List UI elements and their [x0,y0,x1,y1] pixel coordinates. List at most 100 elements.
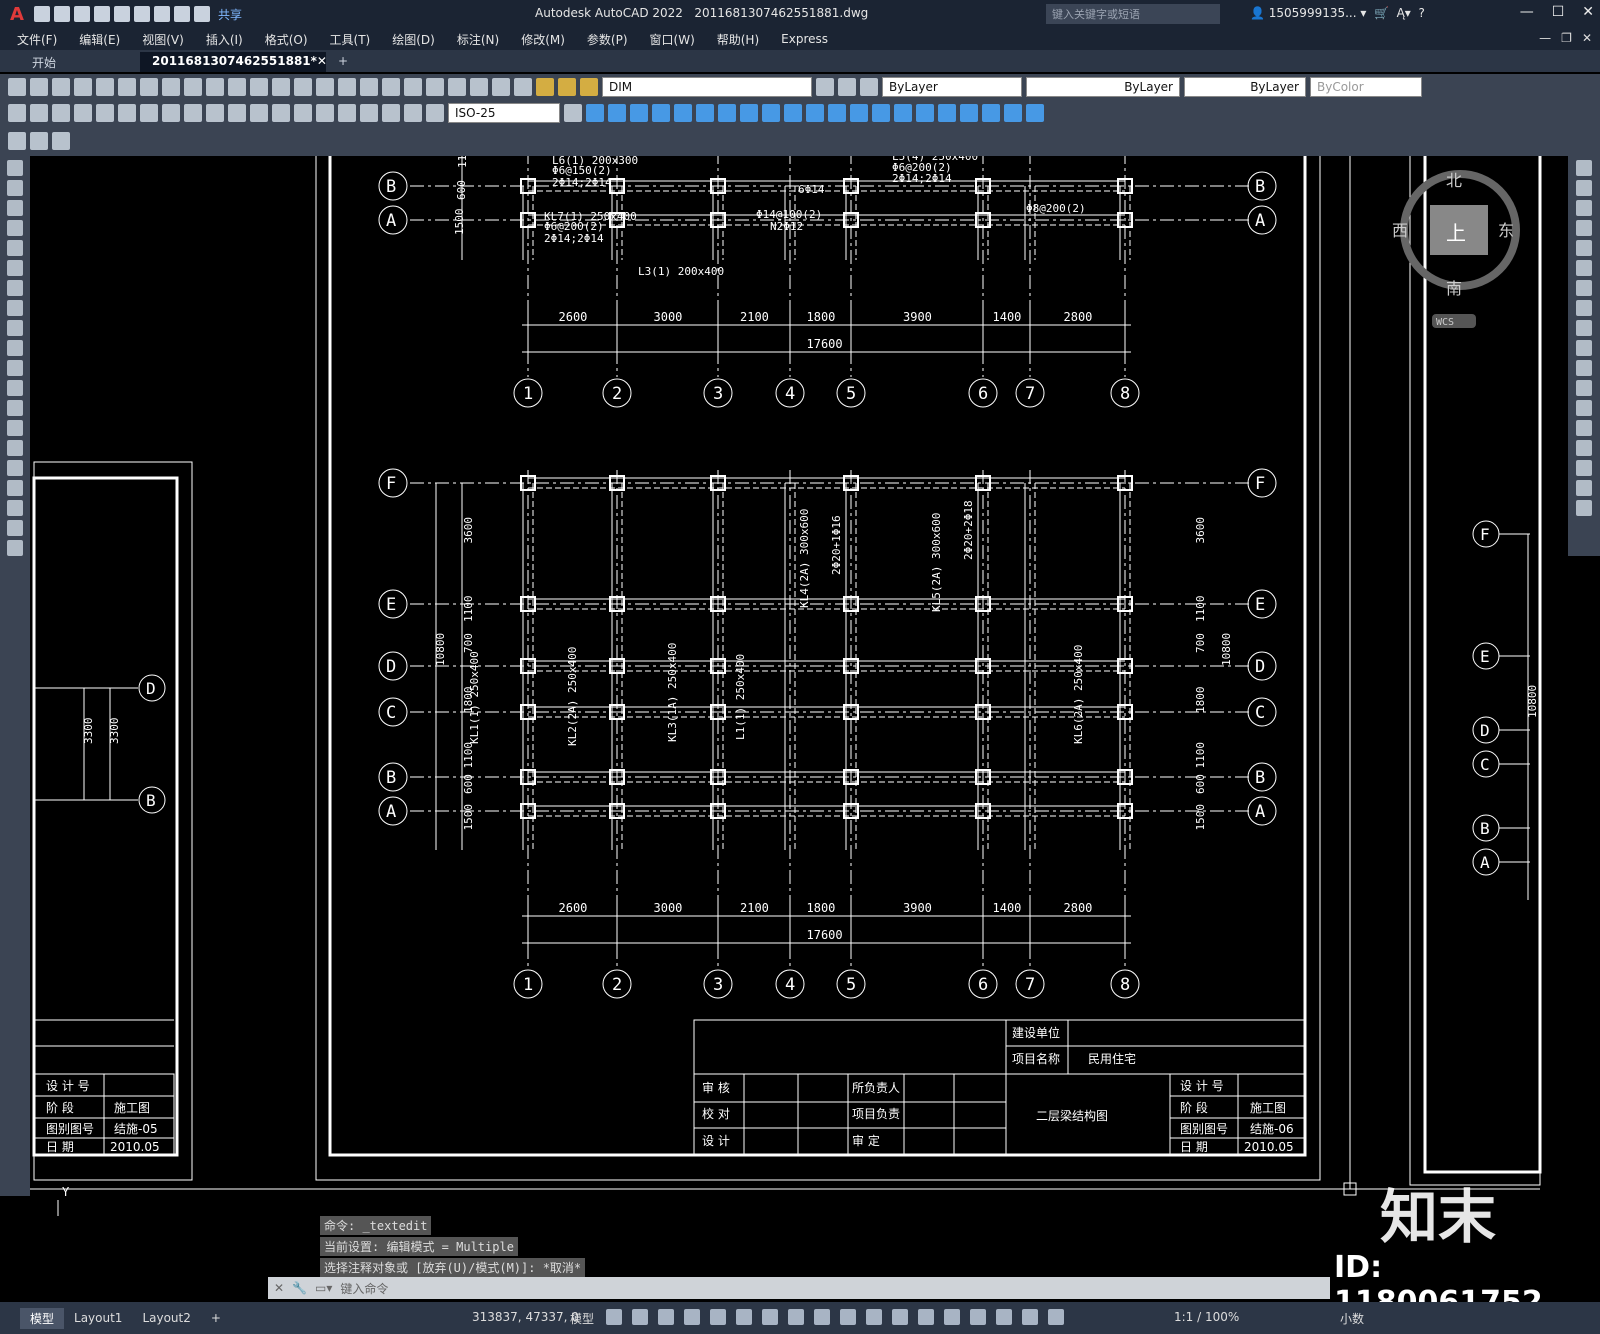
zoom-realtime-icon[interactable] [316,78,334,96]
polygon-icon[interactable] [7,220,23,236]
open-icon[interactable] [54,6,70,22]
open-icon[interactable] [30,78,48,96]
import-icon[interactable] [114,6,130,22]
ellipse-icon[interactable] [7,340,23,356]
undo-icon[interactable] [250,78,268,96]
solid-edit-icon[interactable] [960,104,978,122]
check-icon[interactable] [916,104,934,122]
save-icon[interactable] [74,6,90,22]
color-faces-icon[interactable] [806,104,824,122]
revcloud-icon[interactable] [7,300,23,316]
tab-layout1[interactable]: Layout1 [64,1309,132,1327]
blend-icon[interactable] [1576,480,1592,496]
menu-tools[interactable]: 工具(T) [319,31,382,48]
stretch-icon[interactable] [1576,320,1592,336]
doc-minimize-button[interactable]: — [1539,31,1551,45]
clean-icon[interactable] [850,104,868,122]
chamfer-icon[interactable] [1576,440,1592,456]
inspection-icon[interactable] [338,104,356,122]
units-button[interactable]: 小数 [1340,1310,1364,1327]
dimstyle-select[interactable]: ISO-25 [448,103,560,123]
selection-cycle-icon[interactable] [892,1309,908,1325]
print-icon[interactable] [154,6,170,22]
command-input[interactable]: ✕ 🔧 ▭▾ 键入命令 [268,1277,1330,1299]
doc-close-button[interactable]: ✕ [1582,31,1592,45]
viewcube-west[interactable]: 西 [1392,221,1408,240]
menu-draw[interactable]: 绘图(D) [381,31,446,48]
menu-help[interactable]: 帮助(H) [706,31,770,48]
save-as-icon[interactable] [94,6,110,22]
help-icon[interactable] [514,78,532,96]
snap-icon[interactable] [632,1309,648,1325]
rotate-icon[interactable] [1576,280,1592,296]
menu-parametric[interactable]: 参数(P) [576,31,639,48]
arc-icon[interactable] [7,260,23,276]
jogged-icon[interactable] [118,104,136,122]
osnap-icon[interactable] [814,1309,830,1325]
offset-icon[interactable] [1576,220,1592,236]
maximize-button[interactable]: ☐ [1552,4,1565,20]
array-icon[interactable] [1576,240,1592,256]
zoom-window-icon[interactable] [338,78,356,96]
user-account[interactable]: 👤 1505999135... ▾ 🛒 Ą▾ ? [1250,6,1425,20]
tab-document[interactable]: 2011681307462551881* ✕ [140,52,327,72]
interfere-icon[interactable] [1026,104,1044,122]
jogged-linear-icon[interactable] [360,104,378,122]
copy-faces-icon[interactable] [784,104,802,122]
scale-icon[interactable] [1576,300,1592,316]
delete-faces-icon[interactable] [718,104,736,122]
annotation-visibility-icon[interactable] [1022,1309,1038,1325]
line-icon[interactable] [7,160,23,176]
slice-icon[interactable] [982,104,1000,122]
break-icon[interactable] [1576,400,1592,416]
redo-icon[interactable] [194,6,210,22]
separate-icon[interactable] [872,104,890,122]
preview-icon[interactable] [96,78,114,96]
tab-model[interactable]: 模型 [20,1307,65,1329]
union-icon[interactable] [586,104,604,122]
rectangle-icon[interactable] [7,240,23,256]
markup-icon[interactable] [470,78,488,96]
plotstyle-select[interactable]: ByColor [1310,77,1422,97]
dynamic-ucs-icon[interactable] [944,1309,960,1325]
tab-layout2[interactable]: Layout2 [132,1309,200,1327]
doc-restore-button[interactable]: ❐ [1561,31,1572,45]
viewcube-top[interactable]: 上 [1446,221,1466,245]
lightbulb-icon[interactable] [558,78,576,96]
linetype-select[interactable]: ByLayer [1026,77,1180,97]
lineweight-icon[interactable] [840,1309,856,1325]
imprint-icon[interactable] [828,104,846,122]
new-tab-button[interactable]: + [326,52,360,72]
isodraft-icon[interactable] [762,1309,778,1325]
mirror-icon[interactable] [1576,200,1592,216]
autocad-logo-icon[interactable]: A [0,0,34,28]
export-icon[interactable] [134,6,150,22]
annotation-scale[interactable]: 1:1 / 100% [1174,1310,1239,1324]
make-block-icon[interactable] [7,400,23,416]
ortho-icon[interactable] [710,1309,726,1325]
menu-modify[interactable]: 修改(M) [510,31,576,48]
paste-icon[interactable] [206,78,224,96]
viewcube-north[interactable]: 北 [1446,171,1462,190]
layer-state-icon[interactable] [838,78,856,96]
extrude-faces-icon[interactable] [652,104,670,122]
region-icon[interactable] [7,480,23,496]
dim-break-icon[interactable] [272,104,290,122]
ellipse-arc-icon[interactable] [7,360,23,376]
help-icon[interactable]: ? [1418,6,1424,20]
copy-icon[interactable] [184,78,202,96]
baseline-icon[interactable] [206,104,224,122]
zoom-previous-icon[interactable] [360,78,378,96]
menu-insert[interactable]: 插入(I) [195,31,254,48]
rotate-faces-icon[interactable] [740,104,758,122]
dimstyle-icon[interactable] [564,104,582,122]
menu-file[interactable]: 文件(F) [6,31,68,48]
join-icon[interactable] [1576,420,1592,436]
menu-format[interactable]: 格式(O) [254,31,319,48]
subtract-icon[interactable] [608,104,626,122]
wcs-menu[interactable]: WCS [1436,317,1454,328]
extract-edges-icon[interactable] [938,104,956,122]
grid-icon[interactable] [606,1309,622,1325]
ordinate-icon[interactable] [74,104,92,122]
center-mark-icon[interactable] [316,104,334,122]
